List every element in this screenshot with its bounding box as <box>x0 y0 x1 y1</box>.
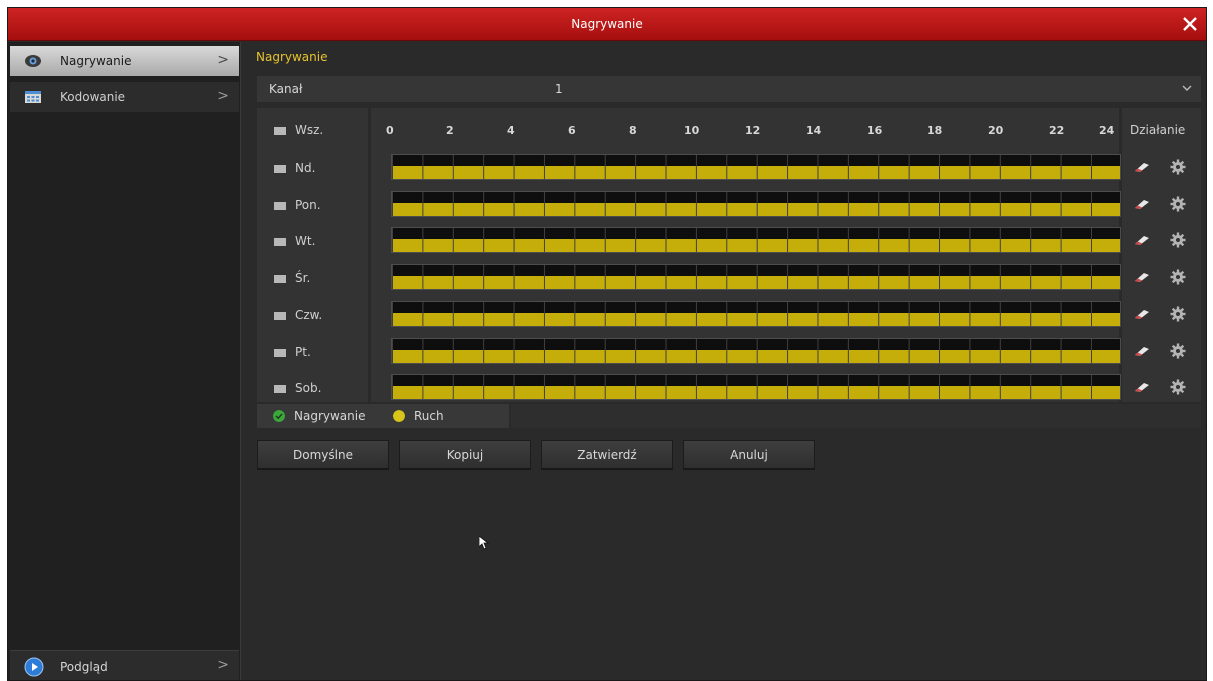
eraser-icon[interactable] <box>1134 382 1150 392</box>
motion-legend-icon <box>393 410 405 422</box>
gear-icon[interactable] <box>1170 306 1186 322</box>
recording-legend-icon <box>273 410 285 422</box>
sidebar-item-recording[interactable]: Nagrywanie > <box>10 46 239 76</box>
sidebar-item-encoding[interactable]: Kodowanie > <box>10 82 239 112</box>
legend-label: Nagrywanie <box>294 409 366 423</box>
sidebar-item-label: Kodowanie <box>60 90 126 104</box>
apply-button[interactable]: Zatwierdź <box>541 440 673 470</box>
copy-button[interactable]: Kopiuj <box>399 440 531 470</box>
title-bar: Nagrywanie <box>8 8 1206 41</box>
gear-icon[interactable] <box>1170 269 1186 285</box>
gear-icon[interactable] <box>1170 232 1186 248</box>
play-circle-icon <box>24 657 44 677</box>
chevron-right-icon: > <box>217 657 229 673</box>
eraser-icon[interactable] <box>1134 272 1150 282</box>
sidebar-item-label: Podgląd <box>60 660 108 674</box>
default-button[interactable]: Domyślne <box>257 440 389 470</box>
eraser-icon[interactable] <box>1134 235 1150 245</box>
legend-label: Ruch <box>414 409 444 423</box>
eraser-icon[interactable] <box>1134 162 1150 172</box>
encoding-grid-icon <box>25 91 41 103</box>
eraser-icon[interactable] <box>1134 309 1150 319</box>
section-title: Nagrywanie <box>256 50 328 64</box>
gear-icon[interactable] <box>1170 159 1186 175</box>
eraser-icon[interactable] <box>1134 199 1150 209</box>
channel-select[interactable]: Kanał 1 <box>257 76 1201 102</box>
gear-icon[interactable] <box>1170 343 1186 359</box>
mouse-cursor-icon <box>479 536 489 550</box>
gear-icon[interactable] <box>1170 196 1186 212</box>
channel-label: Kanał <box>269 82 303 96</box>
cancel-button[interactable]: Anuluj <box>683 440 815 470</box>
window-title: Nagrywanie <box>571 17 643 31</box>
gear-icon[interactable] <box>1170 379 1186 395</box>
chevron-down-icon <box>1182 85 1192 91</box>
legend-area: Nagrywanie Ruch <box>257 108 1201 428</box>
sidebar-item-label: Nagrywanie <box>60 54 132 68</box>
recording-window: Nagrywanie Nagrywanie > Kodowanie > Podg… <box>7 7 1207 681</box>
sidebar: Nagrywanie > Kodowanie > Podgląd > <box>8 42 241 680</box>
camera-icon <box>25 55 41 67</box>
chevron-right-icon: > <box>217 88 229 104</box>
channel-value: 1 <box>555 82 563 96</box>
legend: Nagrywanie Ruch <box>257 404 509 428</box>
chevron-right-icon: > <box>217 52 229 68</box>
eraser-icon[interactable] <box>1134 346 1150 356</box>
close-icon[interactable] <box>1180 14 1200 34</box>
sidebar-item-preview[interactable]: Podgląd > <box>10 650 239 680</box>
